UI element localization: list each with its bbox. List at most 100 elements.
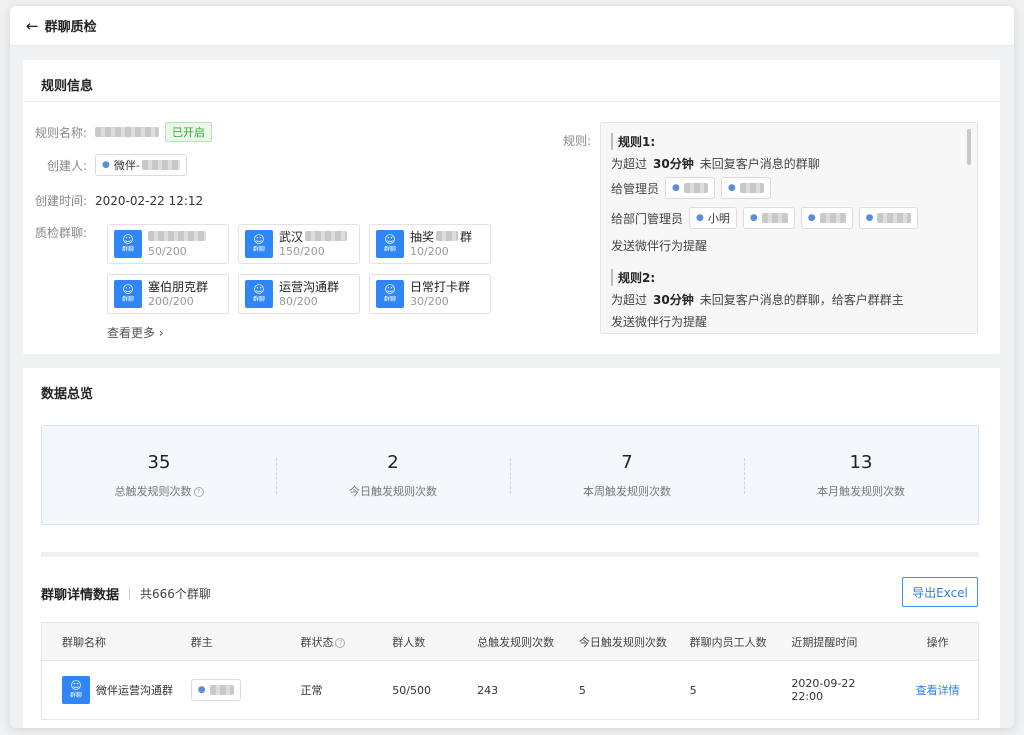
total-trigger-cell: 243 bbox=[477, 683, 499, 697]
table-row: ☺ 群聊 微伴运营沟通群 ● 正常 50/500 243 5 5 2020-09-… bbox=[42, 661, 978, 719]
rules-scrollbar[interactable] bbox=[967, 129, 971, 165]
user-name-blurred bbox=[761, 213, 788, 223]
user-chip: ● bbox=[800, 207, 853, 229]
owner-name-blurred bbox=[209, 685, 234, 695]
column-header: 群主 bbox=[190, 635, 213, 649]
rule-info-card: 规则信息 规则名称: 已开启 创建人: ● 微伴- 创建时间: 2020-02-… bbox=[23, 60, 1000, 354]
details-separator bbox=[129, 587, 131, 600]
group-avatar-label: 群聊 bbox=[252, 296, 265, 303]
rule1-admin-label: 给管理员 bbox=[611, 181, 660, 196]
creator-name: 微伴- bbox=[113, 159, 140, 172]
rule1-action: 发送微伴行为提醒 bbox=[611, 239, 708, 253]
column-header: 群聊内员工人数 bbox=[689, 635, 767, 649]
group-avatar: ☺ 群聊 bbox=[62, 676, 90, 704]
section-divider bbox=[41, 552, 979, 557]
column-header: 今日触发规则次数 bbox=[578, 635, 667, 649]
rule1-admin-row: 给管理员 ● ● bbox=[611, 177, 771, 199]
stat-label: 总触发规则次数? bbox=[42, 483, 276, 499]
rule1-suffix: 未回复客户消息的群聊 bbox=[699, 157, 820, 171]
rule-name-row: 规则名称: 已开启 bbox=[23, 122, 212, 142]
rule1-title-row: 规则1: bbox=[611, 133, 655, 150]
rule2-title: 规则2: bbox=[611, 269, 655, 286]
group-avatar-label: 群聊 bbox=[383, 246, 396, 253]
user-icon: ● bbox=[865, 213, 874, 223]
group-count: 10/200 bbox=[410, 244, 449, 258]
created-time-row: 创建时间: 2020-02-22 12:12 bbox=[23, 192, 203, 209]
rule2-time: 30分钟 bbox=[653, 293, 694, 307]
group-card[interactable]: ☺ 群聊 运营沟通群 80/200 bbox=[238, 274, 360, 314]
group-card[interactable]: ☺ 群聊 塞伯朋克群 200/200 bbox=[107, 274, 229, 314]
group-card[interactable]: ☺ 群聊 50/200 bbox=[107, 224, 229, 264]
group-icon: ☺ bbox=[253, 233, 265, 246]
group-name: 抽奖 群 bbox=[410, 230, 472, 245]
user-icon: ● bbox=[749, 213, 758, 223]
groups-label-row: 质检群聊: bbox=[23, 224, 95, 241]
reminder-date: 2020-09-22 bbox=[791, 677, 856, 690]
arrow-left-icon[interactable]: ← bbox=[26, 17, 39, 35]
user-name-blurred bbox=[819, 213, 846, 223]
group-name: 塞伯朋克群 bbox=[148, 279, 209, 294]
group-count: 30/200 bbox=[410, 294, 449, 308]
rule1-time: 30分钟 bbox=[653, 157, 694, 171]
group-avatar: ☺ 群聊 bbox=[245, 230, 273, 258]
view-details-link[interactable]: 查看详情 bbox=[897, 682, 978, 698]
rule2-condition: 为超过 30分钟 未回复客户消息的群聊，给客户群群主 bbox=[611, 291, 904, 308]
status-badge: 已开启 bbox=[165, 122, 212, 142]
today-trigger-cell: 5 bbox=[578, 683, 586, 697]
details-count: 共666个群聊 bbox=[140, 587, 211, 601]
group-name-blurred bbox=[305, 230, 348, 241]
column-header: 操作 bbox=[926, 635, 949, 649]
user-chip: ● bbox=[742, 207, 795, 229]
group-avatar-label: 群聊 bbox=[383, 296, 396, 303]
reminder-time: 22:00 bbox=[791, 690, 824, 703]
export-excel-button[interactable]: 导出Excel bbox=[902, 577, 978, 607]
see-more-link[interactable]: 查看更多 › bbox=[107, 324, 164, 341]
owner-chip: ● bbox=[190, 679, 241, 701]
user-name-blurred bbox=[739, 183, 764, 193]
status-cell: 正常 bbox=[300, 684, 323, 697]
stat-label: 本月触发规则次数 bbox=[817, 484, 905, 498]
user-icon: ● bbox=[727, 183, 736, 193]
rule2-action: 发送微伴行为提醒 bbox=[611, 315, 708, 329]
group-detail-table: 群聊名称 群主 群状态? 群人数 总触发规则次数 今日触发规则次数 群聊内员工人… bbox=[41, 622, 979, 720]
table-header: 群聊名称 群主 群状态? 群人数 总触发规则次数 今日触发规则次数 群聊内员工人… bbox=[42, 623, 978, 661]
group-icon: ☺ bbox=[122, 233, 134, 246]
group-card[interactable]: ☺ 群聊 抽奖 群 10/200 bbox=[369, 224, 491, 264]
group-list: ☺ 群聊 50/200 ☺ 群聊 武汉 150/200 ☺ 群聊 抽奖群 10/200 ☺… bbox=[107, 224, 497, 314]
stat-label: 今日触发规则次数 bbox=[349, 484, 437, 498]
user-name: 小明 bbox=[707, 212, 730, 225]
group-count: 80/200 bbox=[279, 294, 318, 308]
stats-panel: 35 总触发规则次数? 2 今日触发规则次数 7 本周触发规则次数 13 本月触… bbox=[41, 425, 979, 525]
help-icon[interactable]: ? bbox=[335, 637, 346, 648]
owner-cell: ● bbox=[190, 679, 301, 701]
group-name-cell: ☺ 群聊 微伴运营沟通群 bbox=[42, 676, 191, 704]
user-icon: ● bbox=[672, 183, 680, 193]
user-icon: ● bbox=[696, 213, 704, 223]
stat-month: 13 本月触发规则次数 bbox=[744, 452, 978, 499]
user-icon: ● bbox=[102, 160, 110, 170]
group-avatar: ☺ 群聊 bbox=[376, 280, 404, 308]
rule1-title: 规则1: bbox=[611, 133, 655, 150]
group-card[interactable]: ☺ 群聊 武汉 150/200 bbox=[238, 224, 360, 264]
stat-value: 7 bbox=[621, 451, 633, 473]
details-header: 群聊详情数据 共666个群聊 bbox=[41, 584, 211, 603]
column-header-text: 群状态 bbox=[300, 635, 334, 649]
column-header: 群聊名称 bbox=[62, 635, 106, 649]
app-window: ← 群聊质检 规则信息 规则名称: 已开启 创建人: ● 微伴- 创建时间: 2… bbox=[10, 6, 1014, 728]
help-icon[interactable]: ? bbox=[193, 486, 204, 497]
stat-today: 2 今日触发规则次数 bbox=[276, 452, 510, 499]
group-name: 日常打卡群 bbox=[410, 279, 471, 294]
creator-chip: ● 微伴- bbox=[95, 154, 187, 176]
group-icon: ☺ bbox=[253, 283, 265, 296]
column-header: 总触发规则次数 bbox=[477, 635, 555, 649]
user-chip: ● bbox=[720, 177, 771, 199]
group-count: 150/200 bbox=[279, 244, 325, 258]
stat-value: 2 bbox=[387, 451, 399, 473]
group-avatar-label: 群聊 bbox=[69, 692, 82, 699]
user-chip: ● 小明 bbox=[689, 207, 737, 229]
data-overview-card: 数据总览 35 总触发规则次数? 2 今日触发规则次数 7 本周触发规则次数 1… bbox=[23, 368, 1000, 728]
group-card[interactable]: ☺ 群聊 日常打卡群 30/200 bbox=[369, 274, 491, 314]
chevron-right-icon: › bbox=[158, 326, 164, 340]
group-avatar: ☺ 群聊 bbox=[114, 230, 142, 258]
rule2-suffix: 未回复客户消息的群聊，给客户群群主 bbox=[699, 293, 904, 307]
